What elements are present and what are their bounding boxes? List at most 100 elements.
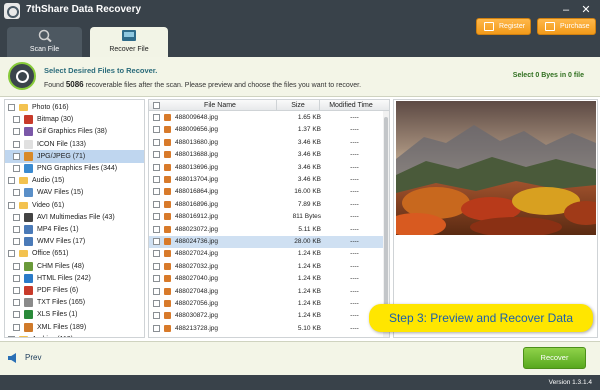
tab-scan-file-label: Scan File xyxy=(29,46,60,53)
row-checkbox[interactable] xyxy=(153,114,160,121)
jpg-file-icon xyxy=(164,312,171,320)
table-row[interactable]: 488213728.jpg 5.10 KB ---- xyxy=(149,323,383,335)
row-checkbox[interactable] xyxy=(153,312,160,320)
tree-item-checkbox[interactable] xyxy=(8,335,15,337)
row-checkbox[interactable] xyxy=(153,324,160,332)
file-size-cell: 1.37 KB xyxy=(297,126,321,134)
row-checkbox[interactable] xyxy=(153,275,160,283)
prev-label: Prev xyxy=(25,353,42,362)
jpg-file-icon xyxy=(164,213,171,221)
column-modified-time[interactable]: Modified Time xyxy=(320,100,382,111)
tree-item-checkbox[interactable] xyxy=(13,213,20,221)
row-checkbox[interactable] xyxy=(153,238,160,245)
row-checkbox[interactable] xyxy=(153,163,160,171)
file-name-cell: 488013680.jpg xyxy=(175,138,219,146)
row-checkbox[interactable] xyxy=(153,151,160,159)
tree-item-checkbox[interactable] xyxy=(13,311,20,319)
tree-item-checkbox[interactable] xyxy=(13,274,20,282)
table-row[interactable]: 488016864.jpg 16.00 KB ---- xyxy=(149,186,383,198)
table-row[interactable]: 488027040.jpg 1.24 KB ---- xyxy=(149,273,383,285)
file-size-cell: 1.24 KB xyxy=(297,312,321,320)
row-checkbox[interactable] xyxy=(153,287,160,295)
row-checkbox[interactable] xyxy=(153,300,160,307)
table-row[interactable]: 488027024.jpg 1.24 KB ---- xyxy=(149,248,383,260)
tree-item-checkbox[interactable] xyxy=(13,140,20,148)
row-checkbox[interactable] xyxy=(153,126,160,134)
table-row[interactable]: 488024736.jpg 28.00 KB ---- xyxy=(149,236,383,248)
table-row[interactable]: 488013704.jpg 3.46 KB ---- xyxy=(149,174,383,186)
tree-item-checkbox[interactable] xyxy=(13,262,20,270)
tree-item-checkbox[interactable] xyxy=(8,250,15,258)
modified-time-cell: ---- xyxy=(350,200,359,208)
table-row[interactable]: 488013696.jpg 3.46 KB ---- xyxy=(149,162,383,174)
table-row[interactable]: 488023072.jpg 5.11 KB ---- xyxy=(149,224,383,236)
file-name-cell: 488030872.jpg xyxy=(175,312,219,320)
table-row[interactable]: 488027032.jpg 1.24 KB ---- xyxy=(149,261,383,273)
tree-item-checkbox[interactable] xyxy=(13,299,20,307)
purchase-label: Purchase xyxy=(560,23,590,30)
minimize-icon[interactable]: – xyxy=(558,3,574,17)
purchase-button[interactable]: Purchase xyxy=(537,18,596,35)
table-row[interactable]: 488027048.jpg 1.24 KB ---- xyxy=(149,286,383,298)
row-checkbox[interactable] xyxy=(153,138,160,146)
column-file-name[interactable]: File Name xyxy=(164,100,276,111)
jpg-file-icon xyxy=(164,200,171,208)
jpg-file-icon xyxy=(164,250,171,258)
tree-item-checkbox[interactable] xyxy=(13,116,20,124)
tab-scan-file[interactable]: Scan File xyxy=(7,27,82,57)
tree-item-checkbox[interactable] xyxy=(13,323,20,331)
tree-item-checkbox[interactable] xyxy=(8,104,15,111)
row-checkbox[interactable] xyxy=(153,250,160,258)
folder-icon xyxy=(19,104,28,111)
table-row[interactable]: 488009656.jpg 1.37 KB ---- xyxy=(149,124,383,136)
table-row[interactable]: 488013688.jpg 3.46 KB ---- xyxy=(149,149,383,161)
found-count: 5086 xyxy=(65,80,84,89)
file-size-cell: 1.65 KB xyxy=(297,114,321,121)
tree-item-checkbox[interactable] xyxy=(13,287,20,294)
tree-item-checkbox[interactable] xyxy=(13,226,20,233)
tree-item-checkbox[interactable] xyxy=(8,177,15,185)
jpg-file-icon xyxy=(164,138,171,146)
file-size-cell: 3.46 KB xyxy=(297,163,321,171)
table-row[interactable]: 488030872.jpg 1.24 KB ---- xyxy=(149,310,383,322)
file-size-cell: 3.46 KB xyxy=(297,151,321,159)
scrollbar-thumb[interactable] xyxy=(384,117,388,313)
row-checkbox[interactable] xyxy=(153,188,160,196)
recover-button[interactable]: Recover xyxy=(523,347,586,369)
tree-item-checkbox[interactable] xyxy=(13,238,20,246)
row-checkbox[interactable] xyxy=(153,262,160,270)
row-checkbox[interactable] xyxy=(153,176,160,183)
file-name-cell: 488013704.jpg xyxy=(175,176,219,183)
selected-summary: Select 0 Byes in 0 file xyxy=(512,72,584,79)
tree-item[interactable]: Archive (119) xyxy=(5,333,144,337)
tree-item-checkbox[interactable] xyxy=(13,128,20,136)
scan-icon xyxy=(38,29,52,42)
file-size-cell: 5.10 KB xyxy=(297,324,321,332)
table-row[interactable]: 488016896.jpg 7.89 KB ---- xyxy=(149,199,383,211)
table-row[interactable]: 488013680.jpg 3.46 KB ---- xyxy=(149,137,383,149)
table-row[interactable]: 488027056.jpg 1.24 KB ---- xyxy=(149,298,383,310)
file-name-cell: 488027024.jpg xyxy=(175,250,219,258)
tree-item-checkbox[interactable] xyxy=(13,152,20,160)
modified-time-cell: ---- xyxy=(350,287,359,295)
column-size[interactable]: Size xyxy=(277,100,319,111)
folder-icon xyxy=(19,250,28,258)
file-type-tree[interactable]: Photo (616) Bitmap (30) Gif Graphics Files… xyxy=(4,99,145,338)
tab-recover-file[interactable]: Recover File xyxy=(90,27,168,57)
file-list[interactable]: File Name Size Modified Time 488009648.j… xyxy=(148,99,390,338)
jpg-file-icon xyxy=(164,275,171,283)
close-icon[interactable]: ✕ xyxy=(578,3,594,17)
table-row[interactable]: 488016912.jpg 811 Bytes ---- xyxy=(149,211,383,223)
row-checkbox[interactable] xyxy=(153,200,160,208)
prev-button[interactable]: Prev xyxy=(8,351,41,365)
tree-item-checkbox[interactable] xyxy=(13,165,20,172)
table-row[interactable]: 488009648.jpg 1.65 KB ---- xyxy=(149,112,383,124)
cart-icon xyxy=(484,22,494,31)
select-all-checkbox[interactable] xyxy=(153,102,160,109)
tree-item-checkbox[interactable] xyxy=(8,201,15,209)
register-button[interactable]: Register xyxy=(476,18,531,35)
tree-item-checkbox[interactable] xyxy=(13,189,20,197)
row-checkbox[interactable] xyxy=(153,225,160,233)
row-checkbox[interactable] xyxy=(153,213,160,221)
purchase-cart-icon xyxy=(545,22,555,31)
